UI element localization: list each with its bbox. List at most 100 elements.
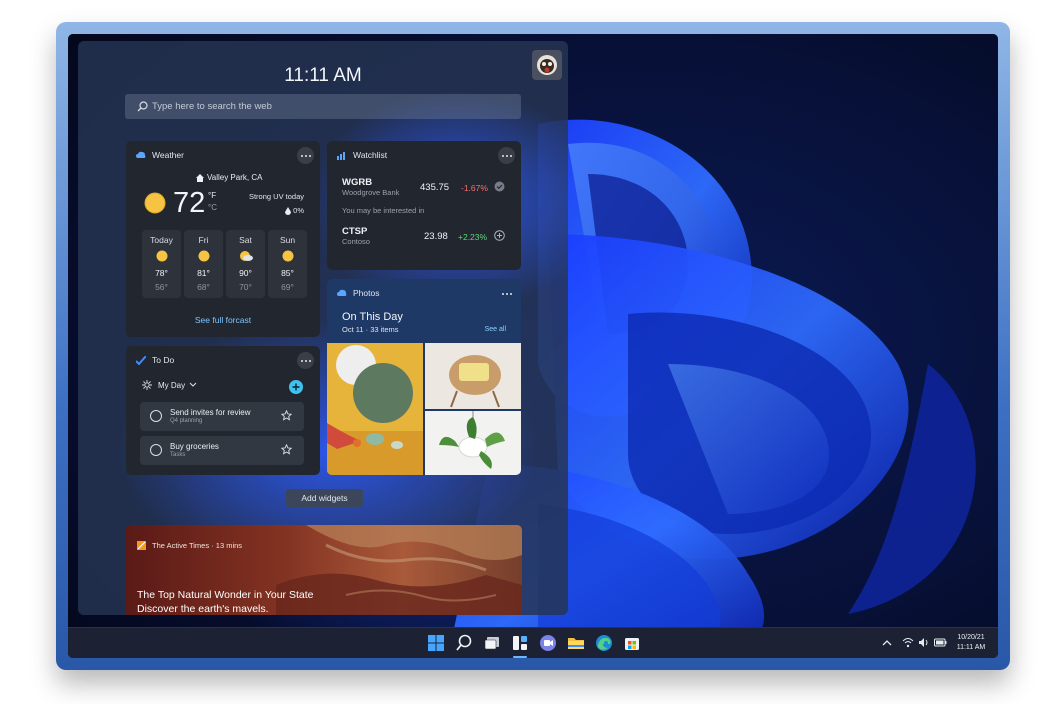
news-source: The Active Times · 13 mins (152, 541, 243, 550)
stock-company: Contoso (342, 237, 370, 246)
avatar-icon (532, 50, 562, 80)
watchlist-title: Watchlist (353, 150, 388, 160)
photos-more-button[interactable] (498, 285, 515, 302)
active-app-indicator (513, 656, 527, 658)
taskbar: 10/20/21 11:11 AM (68, 627, 998, 658)
taskbar-date: 10/20/21 (957, 634, 985, 641)
stock-row[interactable]: WGRB Woodgrove Bank (342, 177, 399, 197)
stock-company: Woodgrove Bank (342, 188, 400, 197)
photos-heading: On This Day (342, 311, 403, 323)
news-card[interactable]: The Active Times · 13 mins The Top Natur… (126, 525, 522, 615)
wifi-icon[interactable] (902, 637, 914, 648)
file-explorer-icon[interactable] (566, 633, 586, 653)
forecast-day[interactable]: Sat 90° 70° (226, 230, 265, 298)
forecast-low: 56° (155, 282, 168, 292)
widgets-panel: 11:11 AM Type here to search the web Wea… (78, 41, 568, 615)
weather-title: Weather (152, 150, 184, 160)
sun-icon (144, 192, 166, 214)
see-all-link[interactable]: See all (485, 326, 506, 333)
stock-change: +2.23% (458, 232, 488, 242)
task-complete-radio[interactable] (150, 410, 162, 422)
photo-thumbnail[interactable] (425, 411, 521, 475)
partly-cloudy-icon (239, 251, 253, 261)
forecast-day-name: Sat (239, 235, 252, 245)
watchlist-more-button[interactable] (498, 147, 515, 164)
news-subline: Discover the earth's mavels. (137, 603, 269, 615)
task-item[interactable]: Buy groceries Tasks (140, 436, 304, 465)
search-input[interactable] (152, 94, 512, 119)
weather-header: Weather (136, 148, 184, 162)
profile-avatar[interactable] (532, 50, 562, 80)
task-title: Send invites for review (170, 408, 251, 417)
taskbar-clock[interactable]: 10/20/21 11:11 AM (951, 633, 991, 653)
weather-widget[interactable]: Weather Valley Park, CA 72 °F °C Strong … (126, 141, 320, 337)
stock-symbol: WGRB (342, 177, 373, 188)
sun-icon (198, 250, 209, 262)
todo-widget[interactable]: To Do My Day Send invites for review Q4 … (126, 346, 320, 475)
publisher-logo-icon (137, 541, 146, 550)
add-icon[interactable] (494, 230, 505, 241)
todo-header: To Do (136, 353, 174, 367)
news-headline: The Top Natural Wonder in Your State (137, 589, 314, 601)
task-complete-radio[interactable] (150, 444, 162, 456)
weather-condition: Strong UV today (248, 192, 304, 201)
stock-symbol: CTSP (342, 226, 368, 237)
photo-thumbnail[interactable] (425, 343, 521, 409)
search-icon[interactable] (454, 633, 474, 653)
photos-widget[interactable]: Photos On This Day Oct 11 · 33 items See… (327, 279, 521, 475)
forecast-low: 69° (281, 282, 294, 292)
start-icon[interactable] (426, 633, 446, 653)
unit-c-toggle[interactable]: °C (208, 203, 217, 212)
raindrop-icon (285, 206, 292, 215)
todo-title: To Do (152, 355, 175, 365)
web-search-box[interactable] (125, 94, 521, 119)
forecast-day[interactable]: Sun 85° 69° (268, 230, 307, 298)
watchlist-widget[interactable]: Watchlist WGRB Woodgrove Bank 435.75 -1.… (327, 141, 521, 270)
chat-icon[interactable] (538, 633, 558, 653)
forecast-day-name: Fri (198, 235, 209, 245)
show-hidden-icons-chevron-icon[interactable] (882, 639, 892, 647)
add-task-button[interactable] (289, 380, 303, 394)
see-full-forecast-link[interactable]: See full forcast (126, 315, 320, 325)
panel-clock: 11:11 AM (284, 65, 362, 86)
forecast-low: 68° (197, 282, 210, 292)
star-icon[interactable] (281, 410, 292, 421)
stock-price: 435.75 (420, 182, 450, 193)
my-day-dropdown[interactable]: My Day (142, 380, 197, 390)
add-widgets-button[interactable]: Add widgets (286, 489, 363, 507)
forecast-day-name: Today (150, 235, 173, 245)
todo-more-button[interactable] (297, 352, 314, 369)
photos-title: Photos (353, 288, 380, 298)
news-image (126, 525, 522, 615)
weather-more-button[interactable] (297, 147, 314, 164)
search-icon (137, 101, 148, 112)
forecast-day[interactable]: Fri 81° 68° (184, 230, 223, 298)
forecast-high: 81° (197, 268, 210, 278)
photo-thumbnail[interactable] (327, 343, 423, 475)
checkmark-icon[interactable] (494, 181, 505, 192)
photos-subheading: Oct 11 · 33 items (342, 325, 399, 334)
forecast-day[interactable]: Today 78° 56° (142, 230, 181, 298)
task-item[interactable]: Send invites for review Q4 planning (140, 402, 304, 431)
sun-icon (282, 250, 293, 262)
forecast-high: 78° (155, 268, 168, 278)
onedrive-icon (337, 289, 347, 296)
widgets-icon[interactable] (510, 633, 530, 653)
battery-icon[interactable] (934, 638, 947, 647)
star-icon[interactable] (281, 444, 292, 455)
edge-icon[interactable] (594, 633, 614, 653)
sun-icon (156, 250, 167, 262)
unit-f-toggle[interactable]: °F (208, 191, 216, 200)
weather-location-row: Valley Park, CA (196, 173, 262, 182)
taskbar-time: 11:11 AM (956, 644, 986, 651)
watchlist-header: Watchlist (337, 148, 387, 162)
volume-icon[interactable] (918, 637, 930, 648)
task-view-icon[interactable] (482, 633, 502, 653)
stock-row[interactable]: CTSP Contoso (342, 226, 370, 246)
store-icon[interactable] (622, 633, 642, 653)
precip-value: 0% (293, 206, 304, 215)
todo-list-name: My Day (158, 380, 186, 390)
task-subtitle: Tasks (170, 452, 186, 458)
task-subtitle: Q4 planning (170, 418, 203, 424)
stock-price: 23.98 (424, 231, 448, 242)
